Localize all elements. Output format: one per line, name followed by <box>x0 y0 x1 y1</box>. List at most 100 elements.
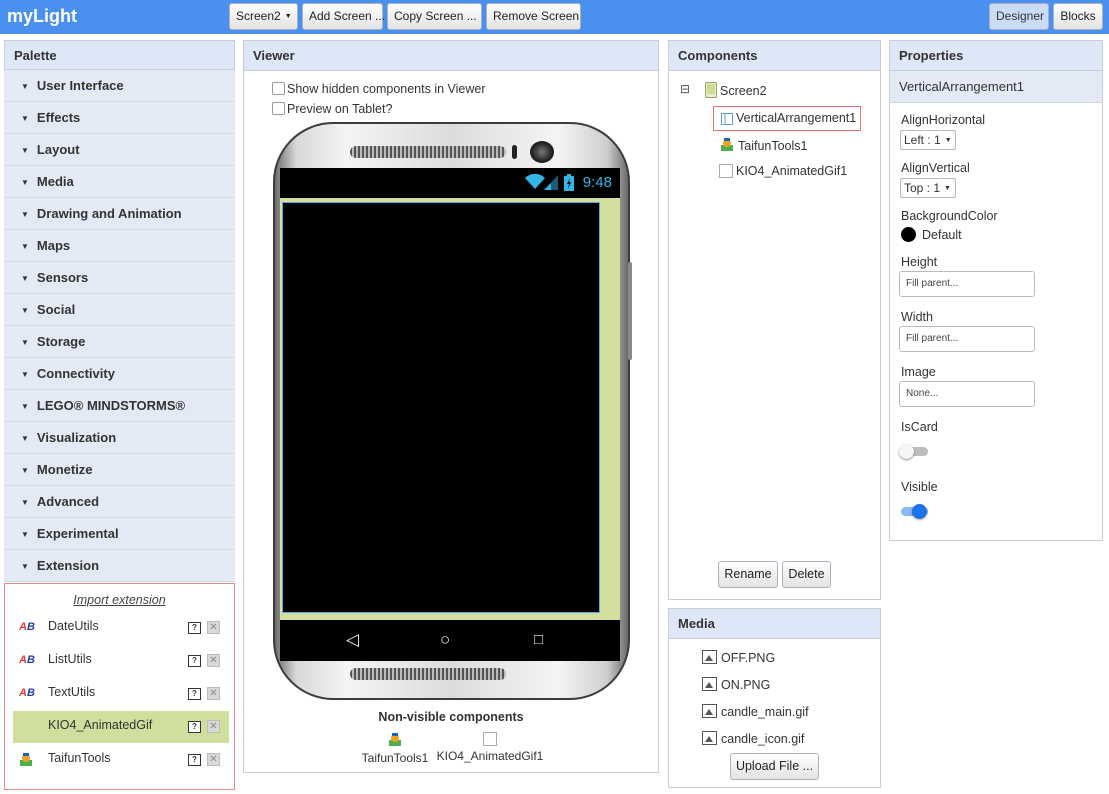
triangle-down-icon: ▼ <box>21 114 29 123</box>
tree-item-taifuntools1[interactable]: TaifunTools1 <box>719 137 808 156</box>
tree-item-kio4-animatedgif1[interactable]: KIO4_AnimatedGif1 <box>719 164 847 178</box>
background-color-picker[interactable]: Default <box>901 227 962 242</box>
align-horizontal-label: AlignHorizontal <box>901 113 986 127</box>
extension-ab-icon: AB <box>19 621 35 633</box>
help-icon[interactable]: ? <box>188 688 201 700</box>
delete-extension-icon[interactable]: ✕ <box>207 654 220 667</box>
extension-ab-icon: AB <box>19 654 35 666</box>
image-icon <box>702 650 717 664</box>
palette-category-layout[interactable]: ▼ Layout <box>4 134 235 166</box>
non-visible-title: Non-visible components <box>378 710 524 724</box>
align-horizontal-select[interactable]: Left : 1 ▼ <box>900 130 956 150</box>
extension-item-taifuntools[interactable]: TaifunTools ? ✕ <box>13 744 229 776</box>
import-extension-link[interactable]: Import extension <box>5 593 234 607</box>
delete-extension-icon[interactable]: ✕ <box>207 621 220 634</box>
broken-image-icon <box>483 732 497 746</box>
palette-category-monetize[interactable]: ▼ Monetize <box>4 454 235 486</box>
palette-category-storage[interactable]: ▼ Storage <box>4 326 235 358</box>
visible-toggle[interactable] <box>899 503 931 521</box>
palette-category-lego-mindstorms[interactable]: ▼ LEGO® MINDSTORMS® <box>4 390 235 422</box>
palette-category-social[interactable]: ▼ Social <box>4 294 235 326</box>
palette-category-advanced[interactable]: ▼ Advanced <box>4 486 235 518</box>
triangle-down-icon: ▼ <box>21 210 29 219</box>
palette-category-user-interface[interactable]: ▼ User Interface <box>4 70 235 102</box>
signal-icon <box>544 175 558 193</box>
media-file-off-png[interactable]: OFF.PNG <box>702 650 775 665</box>
side-button <box>628 262 632 360</box>
triangle-down-icon: ▼ <box>21 82 29 91</box>
height-field[interactable]: Fill parent... <box>899 271 1035 297</box>
upload-file-button[interactable]: Upload File ... <box>730 753 819 780</box>
broken-image-icon <box>719 164 733 178</box>
extension-item-textutils[interactable]: AB TextUtils ? ✕ <box>13 678 229 710</box>
nav-bar: ◁ ○ □ <box>280 620 620 661</box>
background-color-label: BackgroundColor <box>901 209 998 223</box>
preview-tablet-checkbox[interactable] <box>272 102 285 115</box>
toggle-thumb <box>899 444 914 459</box>
top-speaker <box>350 146 506 158</box>
image-field[interactable]: None... <box>899 381 1035 407</box>
color-swatch <box>901 227 916 242</box>
visible-label: Visible <box>901 480 938 494</box>
battery-icon <box>564 174 574 194</box>
palette-category-visualization[interactable]: ▼ Visualization <box>4 422 235 454</box>
delete-extension-icon[interactable]: ✕ <box>207 687 220 700</box>
show-hidden-checkbox[interactable] <box>272 82 285 95</box>
palette-category-sensors[interactable]: ▼ Sensors <box>4 262 235 294</box>
width-field[interactable]: Fill parent... <box>899 326 1035 352</box>
help-icon[interactable]: ? <box>188 721 201 733</box>
app-title: myLight <box>7 6 77 26</box>
recents-icon[interactable]: □ <box>534 631 543 648</box>
media-file-on-png[interactable]: ON.PNG <box>702 677 770 692</box>
non-visible-kio4-animatedgif[interactable]: KIO4_AnimatedGif1 <box>436 732 544 763</box>
align-vertical-select[interactable]: Top : 1 ▼ <box>900 178 956 198</box>
screen-select-button[interactable]: Screen2 ▼ <box>229 3 298 30</box>
add-screen-button[interactable]: Add Screen ... <box>302 3 385 30</box>
triangle-down-icon: ▼ <box>21 498 29 507</box>
copy-screen-button[interactable]: Copy Screen ... <box>387 3 482 30</box>
viewer-title: Viewer <box>244 41 658 71</box>
extension-item-dateutils[interactable]: AB DateUtils ? ✕ <box>13 612 229 644</box>
toggle-thumb <box>912 504 927 519</box>
collapse-icon[interactable]: ⊟ <box>680 82 690 96</box>
iscard-toggle[interactable] <box>899 443 931 461</box>
delete-extension-icon[interactable]: ✕ <box>207 753 220 766</box>
back-icon[interactable]: ◁ <box>346 630 359 650</box>
home-icon[interactable]: ○ <box>440 630 450 650</box>
media-file-candle-main[interactable]: candle_main.gif <box>702 704 809 719</box>
taifun-tools-icon <box>719 137 735 156</box>
palette-category-maps[interactable]: ▼ Maps <box>4 230 235 262</box>
help-icon[interactable]: ? <box>188 622 201 634</box>
rename-button[interactable]: Rename <box>718 561 778 588</box>
image-icon <box>702 704 717 718</box>
triangle-down-icon: ▼ <box>21 370 29 379</box>
palette-category-drawing-and-animation[interactable]: ▼ Drawing and Animation <box>4 198 235 230</box>
palette-category-experimental[interactable]: ▼ Experimental <box>4 518 235 550</box>
designer-button[interactable]: Designer <box>989 3 1049 30</box>
non-visible-taifuntools[interactable]: TaifunTools1 <box>355 732 435 765</box>
vertical-arrangement-preview[interactable] <box>282 202 600 613</box>
tree-item-verticalarrangement1[interactable]: VerticalArrangement1 <box>713 106 861 131</box>
extension-item-listutils[interactable]: AB ListUtils ? ✕ <box>13 645 229 677</box>
delete-extension-icon[interactable]: ✕ <box>207 720 220 733</box>
palette-category-effects[interactable]: ▼ Effects <box>4 102 235 134</box>
palette-category-connectivity[interactable]: ▼ Connectivity <box>4 358 235 390</box>
show-hidden-option[interactable]: Show hidden components in Viewer <box>272 82 486 96</box>
palette-category-extension[interactable]: ▼ Extension <box>4 550 235 582</box>
triangle-down-icon: ▼ <box>21 242 29 251</box>
front-camera <box>530 141 554 163</box>
media-file-candle-icon[interactable]: candle_icon.gif <box>702 731 804 746</box>
extension-item-kio4-animatedgif[interactable]: KIO4_AnimatedGif ? ✕ <box>13 711 229 743</box>
status-clock: 9:48 <box>582 174 612 191</box>
palette-category-media[interactable]: ▼ Media <box>4 166 235 198</box>
delete-button[interactable]: Delete <box>782 561 831 588</box>
remove-screen-button[interactable]: Remove Screen <box>486 3 581 30</box>
help-icon[interactable]: ? <box>188 655 201 667</box>
tree-item-screen2[interactable]: Screen2 <box>705 82 767 101</box>
preview-tablet-option[interactable]: Preview on Tablet? <box>272 102 392 116</box>
selected-component-name: VerticalArrangement1 <box>890 71 1102 103</box>
blocks-button[interactable]: Blocks <box>1053 3 1103 30</box>
help-icon[interactable]: ? <box>188 754 201 766</box>
vertical-arrangement-icon <box>721 113 733 128</box>
properties-title: Properties <box>890 41 1102 71</box>
